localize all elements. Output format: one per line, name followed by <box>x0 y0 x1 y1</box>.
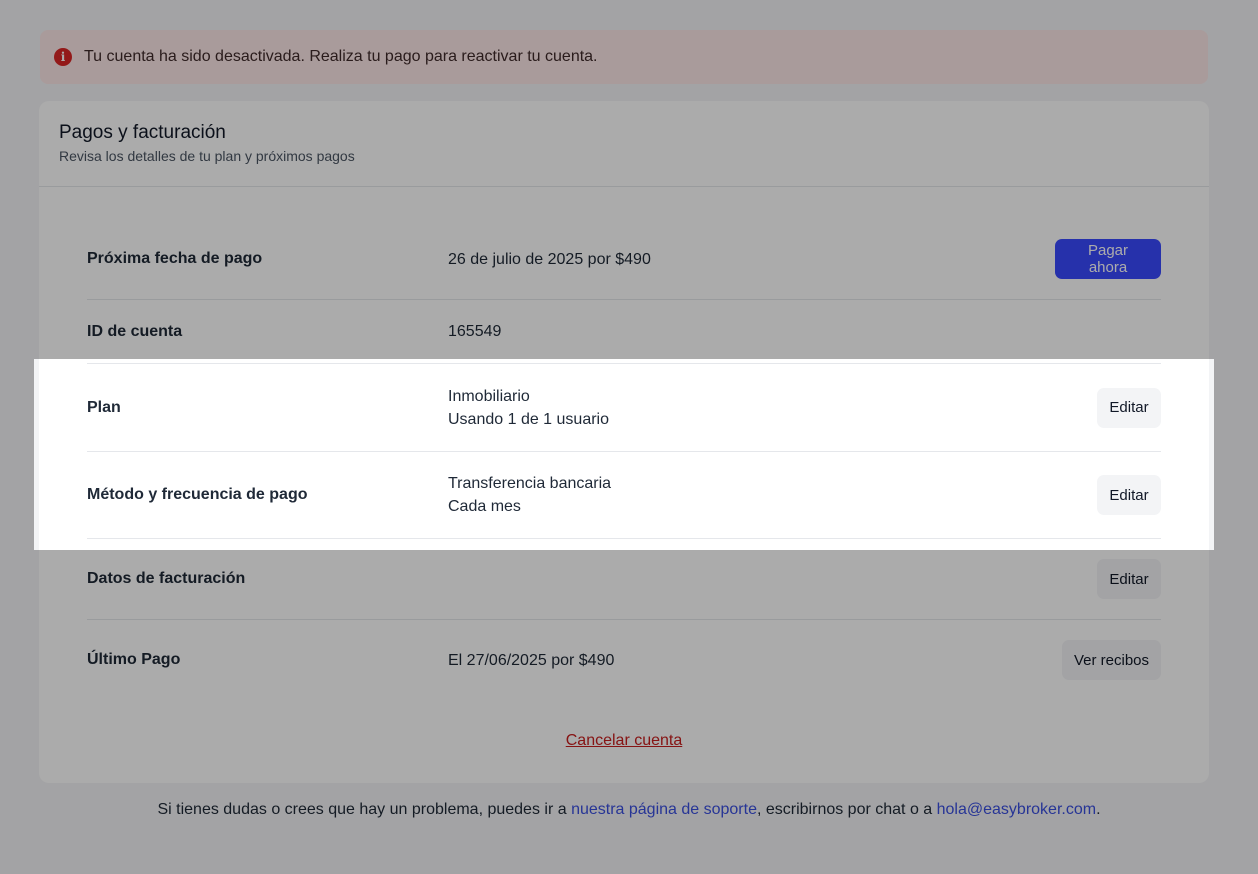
next-payment-row: Próxima fecha de pago 26 de julio de 202… <box>87 219 1161 300</box>
edit-billing-data-button[interactable]: Editar <box>1097 559 1161 599</box>
plan-label: Plan <box>87 398 121 416</box>
next-payment-value: 26 de julio de 2025 por $490 <box>448 250 651 268</box>
cancel-account-link[interactable]: Cancelar cuenta <box>39 732 1209 750</box>
footer-text-middle: , escribirnos por chat o a <box>756 801 937 818</box>
dim-overlay-left <box>0 359 34 550</box>
plan-usage: Usando 1 de 1 usuario <box>448 410 609 428</box>
last-payment-row: Último Pago El 27/06/2025 por $490 Ver r… <box>87 620 1161 700</box>
account-id-value: 165549 <box>448 323 502 340</box>
last-payment-value: El 27/06/2025 por $490 <box>448 651 615 669</box>
plan-value: Inmobiliario Usando 1 de 1 usuario <box>448 385 1097 431</box>
account-deactivated-alert: i Tu cuenta ha sido desactivada. Realiza… <box>40 30 1208 84</box>
billing-data-label: Datos de facturación <box>87 570 246 587</box>
billing-card: Pagos y facturación Revisa los detalles … <box>39 101 1209 783</box>
edit-payment-method-button[interactable]: Editar <box>1097 475 1161 515</box>
edit-plan-button[interactable]: Editar <box>1097 387 1161 428</box>
payment-method-type: Transferencia bancaria <box>448 475 612 492</box>
payment-method-row: Método y frecuencia de pago Transferenci… <box>87 452 1161 539</box>
alert-message: Tu cuenta ha sido desactivada. Realiza t… <box>84 48 598 65</box>
payment-method-value: Transferencia bancaria Cada mes <box>448 472 1097 518</box>
last-payment-label: Último Pago <box>87 651 181 668</box>
plan-row: Plan Inmobiliario Usando 1 de 1 usuario … <box>87 364 1161 452</box>
billing-page: i Tu cuenta ha sido desactivada. Realiza… <box>0 0 1258 874</box>
account-id-label: ID de cuenta <box>87 322 183 340</box>
footer-text-after: . <box>1096 801 1101 818</box>
account-id-row: ID de cuenta 165549 <box>87 300 1161 364</box>
pay-now-button[interactable]: Pagar ahora <box>1055 239 1161 279</box>
info-circle-icon: i <box>54 48 72 66</box>
payment-method-label: Método y frecuencia de pago <box>87 486 308 503</box>
support-page-link[interactable]: nuestra página de soporte <box>571 801 757 818</box>
card-header: Pagos y facturación Revisa los detalles … <box>39 101 1209 187</box>
view-receipts-button[interactable]: Ver recibos <box>1062 640 1161 680</box>
plan-name: Inmobiliario <box>448 387 530 405</box>
footer-text-before: Si tienes dudas o crees que hay un probl… <box>157 801 572 818</box>
payment-frequency: Cada mes <box>448 498 521 515</box>
next-payment-label: Próxima fecha de pago <box>87 250 263 267</box>
support-email-link[interactable]: hola@easybroker.com <box>937 801 1096 818</box>
billing-data-row: Datos de facturación Editar <box>87 539 1161 620</box>
support-footer: Si tienes dudas o crees que hay un probl… <box>0 801 1258 819</box>
page-subtitle: Revisa los detalles de tu plan y próximo… <box>59 148 355 164</box>
page-title: Pagos y facturación <box>59 122 226 143</box>
dim-overlay-right <box>1214 359 1258 550</box>
